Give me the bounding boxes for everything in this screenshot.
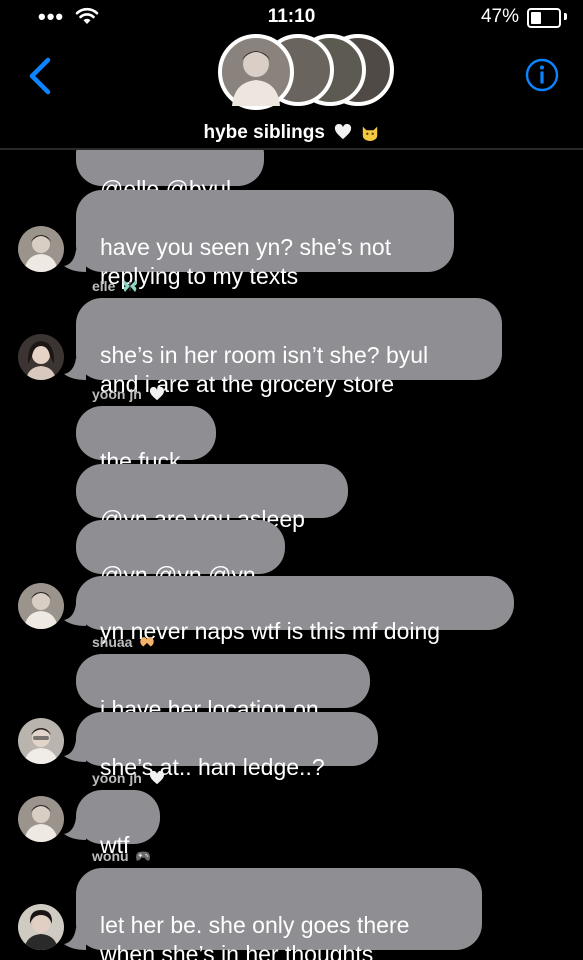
avatar[interactable] bbox=[18, 904, 64, 950]
person-photo-icon bbox=[18, 226, 64, 272]
message-bubble[interactable]: she’s at.. han ledge..? bbox=[76, 712, 378, 780]
message-list[interactable]: @elle @byul have you seen yn? she’s not … bbox=[0, 150, 583, 960]
message-bubble[interactable]: yn never naps wtf is this mf doing bbox=[76, 576, 514, 644]
group-avatars[interactable] bbox=[218, 34, 394, 110]
person-silhouette-icon bbox=[232, 51, 280, 106]
battery-icon bbox=[527, 8, 561, 28]
avatar[interactable] bbox=[18, 796, 64, 842]
battery-percentage: 47% bbox=[480, 6, 519, 27]
back-chevron-icon[interactable] bbox=[24, 56, 58, 96]
avatar[interactable] bbox=[18, 718, 64, 764]
white-heart-icon bbox=[335, 124, 352, 140]
message-bubble[interactable]: have you seen yn? she’s not replying to … bbox=[76, 190, 454, 289]
person-photo-icon bbox=[18, 583, 64, 629]
message-bubble[interactable]: @elle @byul bbox=[76, 150, 264, 202]
butterfly-icon bbox=[123, 280, 137, 292]
message-bubble[interactable]: @yn are you asleep bbox=[76, 464, 348, 532]
sender-name: yoon jh bbox=[92, 386, 165, 402]
group-title[interactable]: hybe siblings bbox=[0, 122, 583, 144]
message-bubble[interactable]: wtf bbox=[76, 790, 160, 858]
group-avatar-1 bbox=[218, 34, 294, 110]
cat-icon bbox=[363, 126, 378, 141]
person-photo-icon bbox=[18, 718, 64, 764]
status-bar: ••• 11:10 47% bbox=[0, 0, 583, 34]
person-photo-icon bbox=[18, 334, 64, 380]
sender-name: wonu bbox=[92, 848, 151, 864]
battery-fill bbox=[531, 12, 541, 24]
game-controller-icon bbox=[136, 851, 151, 861]
person-photo-icon bbox=[18, 904, 64, 950]
sender-name: yoon jh bbox=[92, 770, 165, 786]
message-bubble[interactable]: @yn @yn @yn bbox=[76, 520, 285, 588]
avatar[interactable] bbox=[18, 334, 64, 380]
message-bubble[interactable]: i have her location on bbox=[76, 654, 370, 722]
sender-name: elle bbox=[92, 278, 138, 294]
avatar[interactable] bbox=[18, 226, 64, 272]
battery-tip bbox=[564, 13, 567, 20]
message-bubble[interactable]: she’s in her room isn’t she? byul and i … bbox=[76, 298, 502, 397]
avatar[interactable] bbox=[18, 583, 64, 629]
message-bubble[interactable]: the fuck bbox=[76, 406, 216, 474]
heart-hands-icon bbox=[140, 637, 155, 647]
message-bubble[interactable]: let her be. she only goes there when she… bbox=[76, 868, 482, 960]
white-heart-icon bbox=[149, 387, 164, 401]
info-icon[interactable] bbox=[525, 58, 559, 92]
sender-name: shuaa bbox=[92, 634, 155, 650]
person-photo-icon bbox=[18, 796, 64, 842]
conversation-header: hybe siblings bbox=[0, 34, 583, 150]
white-heart-icon bbox=[149, 771, 164, 785]
